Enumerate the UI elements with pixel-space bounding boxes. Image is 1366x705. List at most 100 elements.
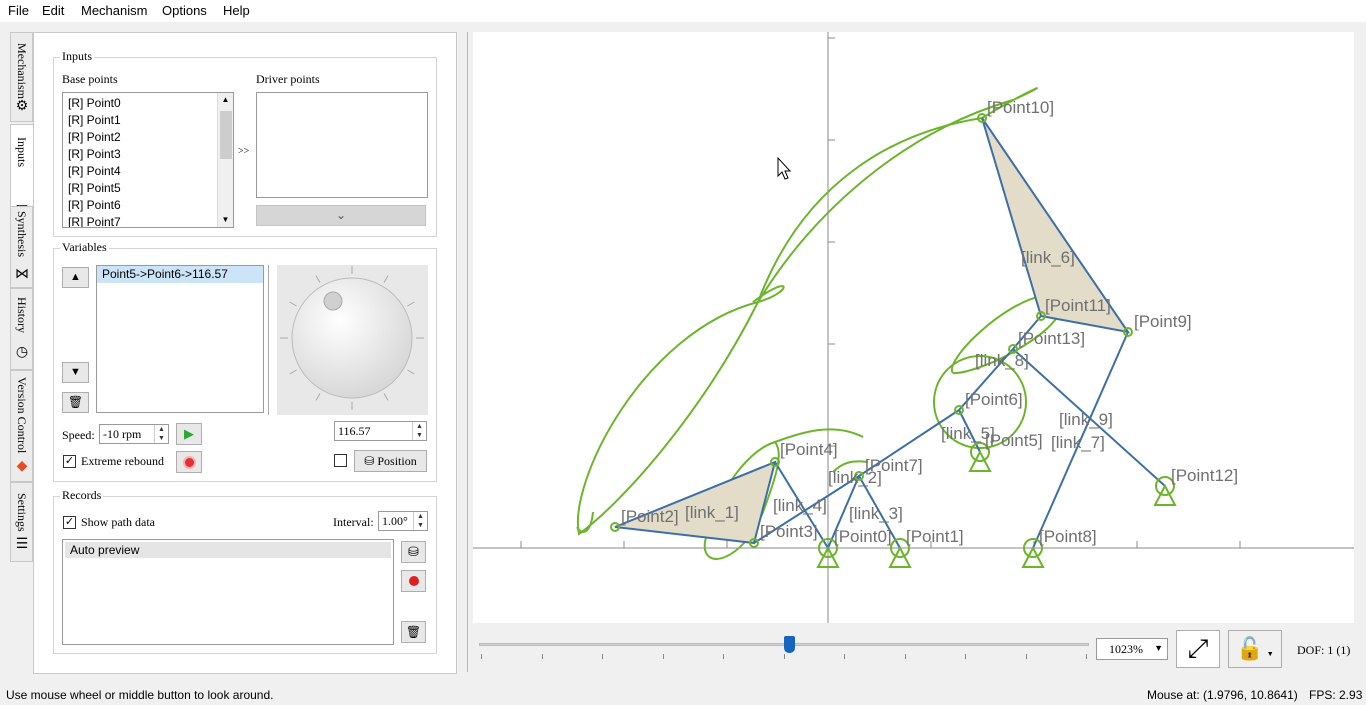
tab-mechanism[interactable]: Mechanism ⚙ xyxy=(10,32,33,122)
base-points-label: Base points xyxy=(62,72,118,86)
lock-icon: 🔓 xyxy=(1236,636,1264,661)
zoom-select[interactable]: 1023% ▼ xyxy=(1096,638,1168,660)
position-checkbox[interactable] xyxy=(334,454,347,467)
tab-label: Synthesis xyxy=(15,211,29,258)
variables-list[interactable]: Point5->Point6->116.57 xyxy=(96,265,264,413)
label-link1: [link_1] xyxy=(685,503,739,522)
base-point-item[interactable]: [R] Point5 xyxy=(63,180,233,197)
dof-label: DOF: 1 (1) xyxy=(1297,643,1351,657)
label-point11: [Point11] xyxy=(1045,296,1111,315)
label-link3: [link_3] xyxy=(849,504,903,523)
database-icon: ⛁ xyxy=(364,454,375,468)
tab-version-control[interactable]: Version Control ◆ xyxy=(10,370,33,482)
tab-label: Settings xyxy=(15,493,29,532)
angle-spinbox[interactable]: 116.57 ▲ ▼ xyxy=(334,421,427,441)
menu-file[interactable]: File xyxy=(8,3,29,18)
base-point-item[interactable]: [R] Point1 xyxy=(63,112,233,129)
play-button[interactable]: ▶ xyxy=(176,423,202,445)
angle-slider[interactable] xyxy=(475,630,1090,670)
label-link7: [link_7] xyxy=(1051,433,1105,452)
sliders-icon: ☰ xyxy=(15,537,29,552)
trash-icon: 🗑 xyxy=(405,625,422,639)
spin-arrows[interactable]: ▲ ▼ xyxy=(413,512,427,530)
menu-help[interactable]: Help xyxy=(223,3,250,18)
tab-synthesis[interactable]: Synthesis ⋈ xyxy=(10,206,33,288)
menu-mechanism[interactable]: Mechanism xyxy=(81,3,147,18)
records-list[interactable]: Auto preview xyxy=(62,539,394,645)
synthesis-icon: ⋈ xyxy=(15,267,29,282)
chevron-up-icon: ▲ xyxy=(70,271,81,283)
tab-label: Inputs xyxy=(15,137,29,167)
tab-settings[interactable]: Settings ☰ xyxy=(10,482,33,562)
base-point-item[interactable]: [R] Point2 xyxy=(63,129,233,146)
delete-variable-button[interactable]: 🗑 xyxy=(62,392,89,413)
interval-spinbox[interactable]: 1.00° ▲ ▼ xyxy=(378,511,428,531)
lock-button[interactable]: 🔓 ▼ xyxy=(1228,630,1282,668)
label-point6: [Point6] xyxy=(965,390,1023,409)
move-up-button[interactable]: ▲ xyxy=(62,267,89,288)
spin-arrows[interactable]: ▲ ▼ xyxy=(412,422,426,440)
position-button[interactable]: ⛁ Position xyxy=(354,450,427,472)
interval-value: 1.00° xyxy=(382,514,408,528)
base-point-item[interactable]: [R] Point7 xyxy=(63,214,233,227)
stop-icon xyxy=(182,456,196,469)
driver-points-list[interactable] xyxy=(256,92,428,198)
show-path-checkbox[interactable]: ✓ xyxy=(63,516,76,529)
extreme-rebound-checkbox[interactable]: ✓ xyxy=(63,455,76,468)
base-point-item[interactable]: [R] Point6 xyxy=(63,197,233,214)
chevron-down-icon: ▼ xyxy=(1266,650,1274,658)
speed-spinbox[interactable]: -10 rpm ▲ ▼ xyxy=(99,424,169,444)
chevron-down-icon: ▼ xyxy=(1154,643,1163,653)
scrollbar-thumb[interactable] xyxy=(220,111,232,159)
tab-label: Mechanism xyxy=(15,43,29,99)
driver-dropdown-button[interactable]: ⌄ xyxy=(256,205,426,226)
label-point3: [Point3] xyxy=(760,522,818,541)
label-point10: [Point10] xyxy=(987,98,1054,117)
angle-dial[interactable] xyxy=(277,265,428,415)
status-bar: Use mouse wheel or middle button to look… xyxy=(0,685,1366,705)
label-point5: [Point5] xyxy=(985,431,1043,450)
history-icon: ◷ xyxy=(15,345,29,360)
group-title: Records xyxy=(60,488,104,503)
slider-thumb[interactable] xyxy=(784,636,796,653)
tab-label: History xyxy=(15,297,29,333)
stop-button[interactable] xyxy=(176,451,202,473)
path-traces xyxy=(576,87,1129,560)
splitter[interactable] xyxy=(467,32,469,672)
fit-view-button[interactable]: ⤢ xyxy=(1176,630,1220,668)
record-button[interactable] xyxy=(401,570,426,592)
zoom-value: 1023% xyxy=(1109,642,1143,656)
dial-area[interactable] xyxy=(277,265,428,415)
label-link9: [link_9] xyxy=(1059,410,1113,429)
show-path-label: Show path data xyxy=(81,515,155,529)
variable-item[interactable]: Point5->Point6->116.57 xyxy=(97,266,263,283)
tab-history[interactable]: History ◷ xyxy=(10,288,33,370)
label-point2: [Point2] xyxy=(621,507,679,526)
move-down-button[interactable]: ▼ xyxy=(62,362,89,383)
base-point-item[interactable]: [R] Point3 xyxy=(63,146,233,163)
speed-label: Speed: xyxy=(62,428,95,442)
dial-indicator xyxy=(323,291,343,311)
base-point-item[interactable]: [R] Point0 xyxy=(63,95,233,112)
tab-label: Version Control xyxy=(15,377,29,454)
label-point9: [Point9] xyxy=(1134,312,1192,331)
mouse-cursor xyxy=(777,156,792,180)
gear-icon: ⚙ xyxy=(15,99,29,114)
spin-arrows[interactable]: ▲ ▼ xyxy=(154,425,168,443)
side-tab-bar: Mechanism ⚙ Inputs ▤ Synthesis ⋈ History… xyxy=(10,32,34,672)
menu-edit[interactable]: Edit xyxy=(42,3,64,18)
base-point-item[interactable]: [R] Point4 xyxy=(63,163,233,180)
save-record-button[interactable]: ⛁ xyxy=(401,541,426,563)
base-points-list[interactable]: [R] Point0 [R] Point1 [R] Point2 [R] Point3… xyxy=(62,92,234,228)
label-point1: [Point1] xyxy=(906,527,964,546)
delete-record-button[interactable]: 🗑 xyxy=(401,621,426,643)
interval-label: Interval: xyxy=(333,515,374,529)
chevron-down-icon: ▼ xyxy=(70,366,81,378)
mechanism-canvas[interactable]: [Point10] [link_6] [Point11] [Point9] [P… xyxy=(473,32,1354,623)
label-link4: [link_4] xyxy=(773,496,827,515)
menu-options[interactable]: Options xyxy=(162,3,207,18)
add-driver-arrow[interactable]: >> xyxy=(238,146,249,157)
label-link6: [link_6] xyxy=(1021,248,1075,267)
scrollbar[interactable]: ▲ ▼ xyxy=(217,93,233,227)
record-item[interactable]: Auto preview xyxy=(65,542,391,558)
